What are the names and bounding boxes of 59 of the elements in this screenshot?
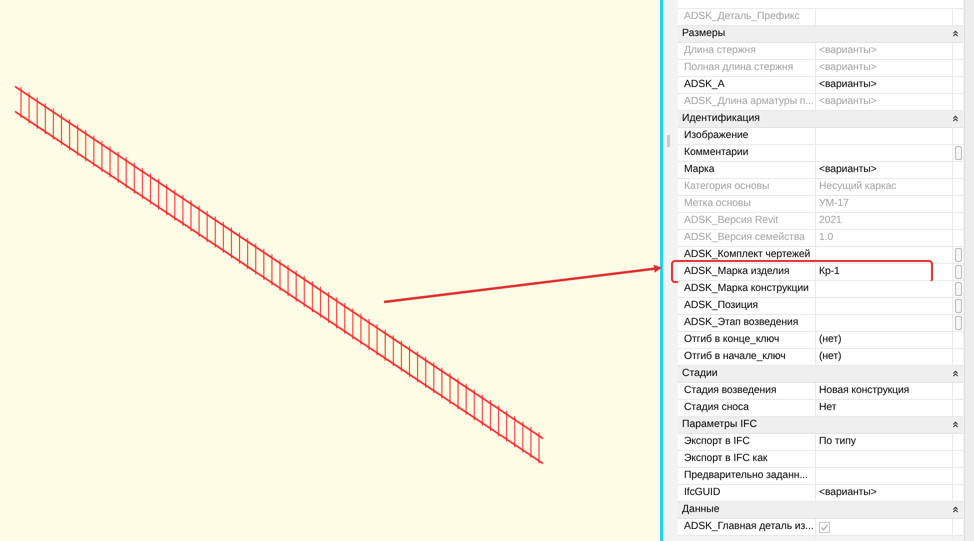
property-name: ADSK_Этап возведения	[678, 314, 816, 330]
property-value[interactable]: По типу	[816, 434, 953, 450]
property-name: Экспорт в IFC	[678, 434, 816, 450]
edit-button[interactable]	[954, 146, 962, 160]
property-name: Изображение	[678, 128, 816, 144]
category-header[interactable]: Размеры	[678, 26, 963, 42]
property-name: Длина стержня	[678, 42, 816, 58]
category-title: Размеры	[682, 28, 726, 39]
property-value[interactable]: (нет)	[816, 332, 953, 348]
property-value[interactable]: <варианты>	[816, 484, 953, 500]
property-name: Стадия возведения	[678, 382, 816, 398]
property-name: ADSK_Версия семейства	[678, 230, 816, 246]
property-value[interactable]: Кр-1	[816, 264, 953, 280]
collapse-icon[interactable]	[951, 505, 960, 514]
edit-button[interactable]	[954, 264, 962, 278]
property-value[interactable]: Нет	[816, 400, 953, 416]
property-name: Стадия сноса	[678, 400, 816, 416]
property-name: Комментарии	[678, 144, 816, 160]
property-name: ADSK_Версия Revit	[678, 212, 816, 228]
category-header[interactable]: Стадии	[678, 366, 963, 382]
checkbox[interactable]	[819, 522, 830, 532]
property-name: Марка	[678, 162, 816, 178]
category-title: Стадии	[682, 368, 718, 379]
category-title: Параметры IFC	[682, 419, 758, 430]
category-header[interactable]: Параметры IFC	[678, 416, 963, 434]
property-name: Предварительно заданн...	[678, 468, 816, 484]
edit-button[interactable]	[954, 248, 962, 262]
property-name: ADSK_Марка изделия	[678, 264, 816, 280]
property-value[interactable]: Новая конструкция	[816, 382, 953, 398]
collapse-icon[interactable]	[951, 114, 960, 123]
edit-button[interactable]	[954, 316, 962, 330]
property-name: ADSK_Главная деталь из...	[678, 518, 816, 538]
category-title: Идентификация	[682, 113, 760, 124]
edit-button[interactable]	[954, 298, 962, 312]
property-name: ADSK_Длина арматуры п...	[678, 94, 816, 110]
property-value[interactable]: <варианты>	[816, 162, 953, 178]
collapse-icon[interactable]	[951, 29, 960, 38]
scrollbar[interactable]	[964, 0, 974, 541]
edit-button[interactable]	[954, 282, 962, 296]
property-name: Категория основы	[678, 178, 816, 194]
category-header[interactable]: Идентификация	[678, 110, 963, 128]
property-name: ADSK_A	[678, 76, 816, 92]
property-name: ADSK_Позиция	[678, 298, 816, 314]
category-header[interactable]: Данные	[678, 502, 963, 518]
property-value[interactable]: <варианты>	[816, 76, 953, 92]
property-name: Метка основы	[678, 196, 816, 212]
collapse-icon[interactable]	[951, 369, 960, 378]
collapse-icon[interactable]	[951, 420, 960, 429]
splitter-grip[interactable]	[667, 135, 670, 147]
property-name: Отгиб в начале_ключ	[678, 348, 816, 364]
category-title: Данные	[682, 504, 720, 515]
property-name: Экспорт в IFC как	[678, 450, 816, 466]
property-name: ADSK_Комплект чертежей	[678, 246, 816, 262]
property-name: ADSK_Деталь_Префикс	[678, 8, 816, 24]
property-value[interactable]: (нет)	[816, 348, 953, 364]
property-name: Отгиб в конце_ключ	[678, 332, 816, 348]
property-name: ADSK_Марка конструкции	[678, 280, 816, 296]
property-name: IfcGUID	[678, 484, 816, 500]
property-name: Полная длина стержня	[678, 60, 816, 76]
